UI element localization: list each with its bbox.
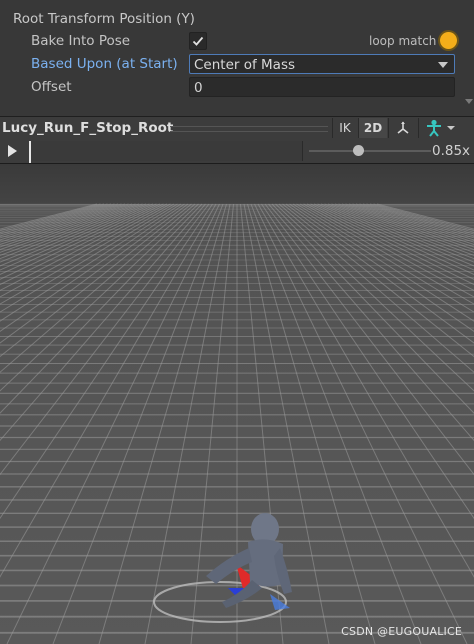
preview-timeline: 0.85x [0,139,474,164]
root-transform-y-section: Root Transform Position (Y) Bake Into Po… [0,0,474,118]
ik-button[interactable]: IK [332,118,357,138]
preview-viewport[interactable]: CSDN @EUGOUALICE [0,164,474,644]
speed-slider-knob[interactable] [352,145,364,156]
speed-value: 0.85x [432,143,471,159]
avatar-icon [427,119,455,137]
bake-into-pose-checkbox[interactable] [189,32,207,50]
checkmark-icon [192,36,204,46]
pivot-button[interactable] [388,118,417,138]
scrollbar[interactable] [465,96,474,118]
watermark: CSDN @EUGOUALICE [341,625,462,638]
based-upon-value: Center of Mass [194,57,296,73]
loop-match-indicator-icon [440,32,457,49]
offset-label: Offset [31,79,72,95]
speed-slider[interactable] [309,150,431,152]
timeline-track[interactable] [31,141,303,161]
section-title: Root Transform Position (Y) [13,11,195,27]
scroll-down-icon [465,99,473,104]
play-button[interactable] [3,142,21,160]
based-upon-label: Based Upon (at Start) [31,56,178,72]
bake-into-pose-label: Bake Into Pose [31,33,131,49]
drag-handle[interactable] [170,126,328,132]
avatar-button[interactable] [418,118,461,138]
play-icon [8,145,17,157]
grid-floor [0,164,474,644]
loop-match-label: loop match [369,34,437,48]
based-upon-dropdown[interactable]: Center of Mass [189,54,455,74]
mode-2d-button[interactable]: 2D [358,118,387,138]
playhead[interactable] [29,141,31,163]
chevron-down-icon [438,62,448,68]
offset-field[interactable]: 0 [189,77,455,97]
clip-name: Lucy_Run_F_Stop_Root [2,120,174,136]
pivot-icon [397,121,409,134]
preview-toolbar: Lucy_Run_F_Stop_Root IK 2D [0,116,474,140]
